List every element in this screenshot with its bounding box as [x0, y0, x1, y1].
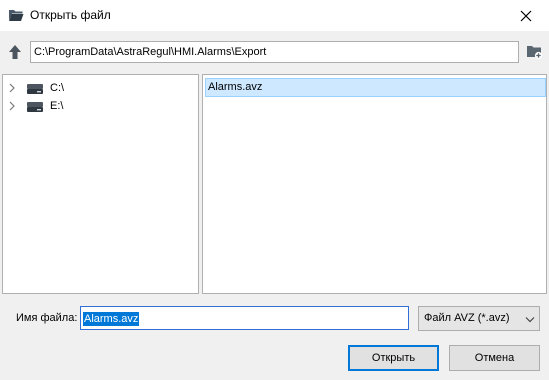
tree-item-label: E:\ — [50, 100, 64, 112]
folder-open-icon — [9, 10, 24, 21]
drive-icon — [27, 102, 43, 112]
path-input[interactable] — [30, 41, 519, 63]
window-title: Открыть файл — [30, 8, 111, 22]
folder-tree[interactable]: C:\ E:\ — [2, 74, 199, 294]
drive-icon — [27, 84, 43, 94]
file-name: Alarms.avz — [208, 81, 263, 93]
close-icon[interactable] — [516, 6, 536, 26]
filename-label: Имя файла: — [16, 312, 78, 324]
open-button[interactable]: Открыть — [348, 345, 439, 371]
tree-item-drive-e[interactable]: E:\ — [3, 98, 193, 116]
file-list-item[interactable]: Alarms.avz — [205, 78, 546, 97]
title-bar: Открыть файл — [0, 0, 549, 31]
chevron-right-icon[interactable] — [7, 100, 17, 112]
chevron-down-icon — [525, 317, 535, 323]
tree-item-drive-c[interactable]: C:\ — [3, 80, 193, 98]
chevron-right-icon[interactable] — [7, 82, 17, 94]
filename-value: Alarms.avz — [83, 312, 140, 326]
file-type-value: Файл AVZ (*.avz) — [424, 312, 510, 324]
arrow-up-icon[interactable] — [7, 43, 23, 61]
new-folder-icon[interactable] — [526, 43, 543, 60]
filename-input[interactable]: Alarms.avz — [80, 306, 409, 330]
tree-item-label: C:\ — [50, 82, 65, 94]
file-list[interactable]: Alarms.avz — [202, 74, 547, 294]
file-type-select[interactable]: Файл AVZ (*.avz) — [418, 306, 540, 331]
cancel-button[interactable]: Отмена — [449, 345, 540, 371]
